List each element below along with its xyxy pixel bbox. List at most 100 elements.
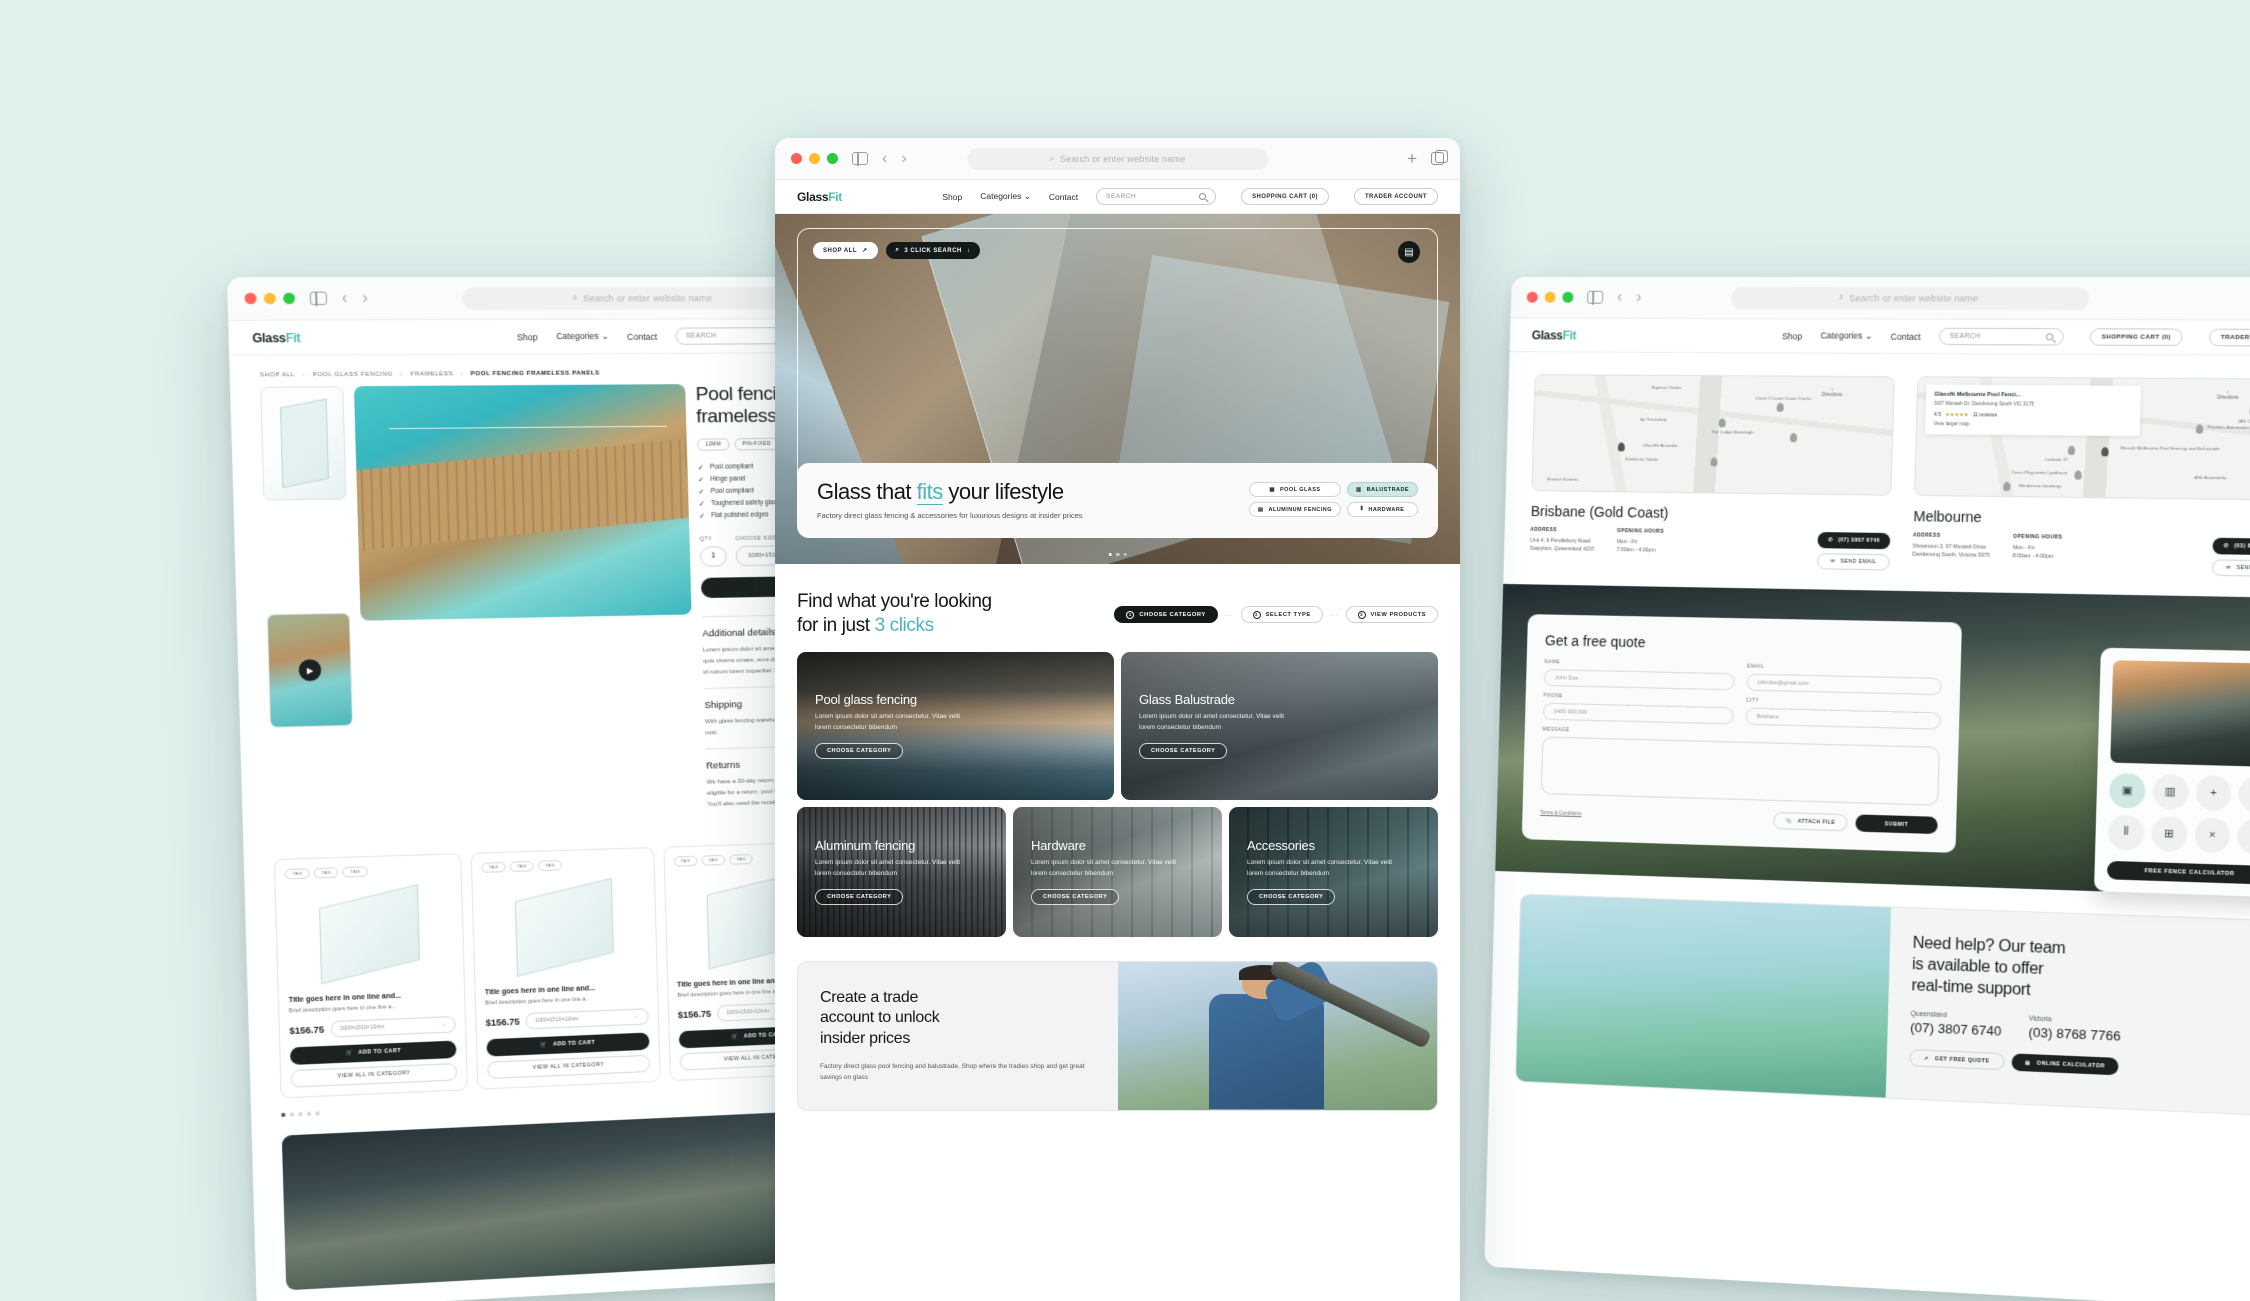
forward-icon[interactable]: › bbox=[362, 289, 368, 306]
step-view-products[interactable]: 3 VIEW PRODUCTS bbox=[1345, 606, 1438, 623]
carousel-dot[interactable] bbox=[1123, 552, 1127, 556]
address-bar[interactable]: ⌕ Search or enter website name bbox=[966, 147, 1269, 170]
sidebar-toggle-icon[interactable] bbox=[309, 291, 328, 306]
back-icon[interactable]: ‹ bbox=[1617, 288, 1623, 305]
step-choose-category[interactable]: 1 CHOOSE CATEGORY bbox=[1114, 606, 1218, 623]
search-input[interactable]: SEARCH bbox=[1096, 188, 1217, 205]
view-all-in-category-button[interactable]: VIEW ALL IN CATEGORY bbox=[486, 1054, 650, 1079]
nav-item-shop[interactable]: Shop bbox=[517, 332, 538, 342]
carousel-dot[interactable] bbox=[298, 1111, 303, 1116]
category-card[interactable]: Aluminum fencing Lorem ipsum dolor sit am… bbox=[797, 806, 1006, 937]
address-bar[interactable]: ⌕ Search or enter website name bbox=[461, 286, 820, 310]
search-input[interactable]: SEARCH bbox=[1939, 327, 2065, 346]
map-directions[interactable]: ⑂ Directions bbox=[2217, 389, 2239, 400]
carousel-dot[interactable] bbox=[1108, 552, 1112, 556]
nav-item-shop[interactable]: Shop bbox=[1782, 331, 1802, 341]
view-all-in-category-button[interactable]: VIEW ALL IN CATEGORY bbox=[290, 1062, 457, 1088]
back-icon[interactable]: ‹ bbox=[342, 289, 348, 307]
breadcrumb-item[interactable]: POOL GLASS FENCING bbox=[312, 372, 393, 379]
phone-button[interactable]: ✆(03) 8768 7766 bbox=[2212, 537, 2250, 556]
add-to-cart-button[interactable]: 🛒ADD TO CART bbox=[289, 1040, 457, 1065]
carousel-dot[interactable] bbox=[281, 1112, 286, 1117]
region-phone[interactable]: (03) 8768 7766 bbox=[2028, 1025, 2121, 1044]
forward-icon[interactable]: › bbox=[901, 150, 906, 167]
map-pin[interactable] bbox=[2195, 424, 2204, 434]
logo[interactable]: GlassFit bbox=[1532, 328, 1577, 342]
close-icon[interactable] bbox=[1526, 291, 1538, 303]
send-email-button[interactable]: ✉SEND EMAIL bbox=[1817, 553, 1890, 571]
map-info-card[interactable]: Glassfit Melbourne Pool Fenci... 3/97 Mo… bbox=[1925, 384, 2142, 437]
minimize-icon[interactable] bbox=[809, 153, 820, 164]
new-tab-icon[interactable]: + bbox=[1407, 150, 1417, 167]
product-card[interactable]: TAGTAGTAGTitle goes here in one line and… bbox=[470, 846, 661, 1090]
nav-item-shop[interactable]: Shop bbox=[942, 192, 962, 202]
category-card[interactable]: Hardware Lorem ipsum dolor sit amet conse… bbox=[1013, 806, 1222, 937]
nav-arrows[interactable]: ‹ › bbox=[342, 289, 369, 307]
nav-arrows[interactable]: ‹ › bbox=[1617, 288, 1642, 305]
thumbnail-video[interactable]: ▶ bbox=[266, 612, 354, 729]
submit-button[interactable]: SUBMIT bbox=[1855, 814, 1938, 835]
region-phone[interactable]: (07) 3807 6740 bbox=[1910, 1020, 2002, 1039]
hero-calculator-button[interactable]: ▤ bbox=[1398, 241, 1420, 263]
fence-panel-icon[interactable]: ▣ bbox=[2108, 772, 2146, 809]
choose-category-button[interactable]: CHOOSE CATEGORY bbox=[815, 888, 904, 905]
map-pin[interactable] bbox=[1718, 418, 1726, 428]
logo[interactable]: GlassFit bbox=[797, 190, 842, 204]
add-to-cart-button[interactable]: 🛒ADD TO CART bbox=[486, 1032, 650, 1057]
window-controls[interactable] bbox=[244, 292, 296, 305]
email-field[interactable]: johndoe@gmail.com bbox=[1746, 673, 1942, 696]
divide-icon[interactable]: ÷ bbox=[2237, 818, 2250, 855]
map-pin[interactable] bbox=[1776, 402, 1784, 412]
browser-window-homepage[interactable]: ‹ › ⌕ Search or enter website name + Glas… bbox=[775, 138, 1460, 1301]
close-icon[interactable] bbox=[244, 292, 257, 305]
product-main-image[interactable] bbox=[353, 384, 692, 621]
nav-item-categories[interactable]: Categories ⌄ bbox=[556, 331, 609, 342]
hero-pill-hardware[interactable]: ⦀ HARDWARE bbox=[1346, 502, 1418, 517]
close-icon[interactable] bbox=[791, 153, 802, 164]
hero-pill-balustrade[interactable]: ▥ BALUSTRADE bbox=[1346, 482, 1418, 497]
breadcrumb-item[interactable]: SHOP ALL bbox=[260, 372, 295, 378]
browser-window-contact-page[interactable]: ‹› ⌕ Search or enter website name + Glas… bbox=[1484, 276, 2250, 1301]
back-icon[interactable]: ‹ bbox=[882, 150, 887, 167]
carousel-dot[interactable] bbox=[289, 1111, 295, 1117]
choose-category-button[interactable]: CHOOSE CATEGORY bbox=[1139, 742, 1228, 759]
map-melbourne[interactable]: Glassfit Melbourne Pool Fenci... 3/97 Mo… bbox=[1914, 376, 2250, 501]
phone-button[interactable]: ✆ (07) 3807 6740 bbox=[1817, 532, 1891, 550]
carousel-dot[interactable] bbox=[306, 1111, 312, 1116]
trader-account-button[interactable]: TRADER ACCOUNT bbox=[2208, 328, 2250, 347]
nav-item-categories[interactable]: Categories ⌄ bbox=[980, 191, 1031, 202]
city-field[interactable]: Brisbane bbox=[1745, 707, 1941, 730]
click-search-button[interactable]: ⌕ 3 CLICK SEARCH ↓ bbox=[885, 242, 981, 259]
play-icon[interactable]: ▶ bbox=[298, 659, 322, 682]
product-card-size-select[interactable]: 1000×1510×12mm⌄ bbox=[525, 1007, 649, 1030]
hero-pill-aluminum-fencing[interactable]: ▤ ALUMINUM FENCING bbox=[1248, 502, 1341, 517]
terms-link[interactable]: Terms & Conditions bbox=[1540, 811, 1581, 817]
nav-item-contact[interactable]: Contact bbox=[1891, 331, 1921, 341]
hero-pill-pool-glass[interactable]: ▦ POOL GLASS bbox=[1248, 482, 1341, 497]
message-textarea[interactable] bbox=[1540, 736, 1940, 806]
carousel-dot[interactable] bbox=[1115, 552, 1120, 556]
window-controls[interactable] bbox=[1526, 291, 1574, 303]
address-bar[interactable]: ⌕ Search or enter website name bbox=[1731, 286, 2090, 310]
view-larger-map-link[interactable]: View larger map bbox=[1933, 422, 2132, 429]
category-card[interactable]: Accessories Lorem ipsum dolor sit amet co… bbox=[1229, 806, 1438, 937]
logo[interactable]: GlassFit bbox=[252, 330, 301, 345]
map-brisbane[interactable]: ⑂ Directions GlassFit Australia bp Trucks… bbox=[1531, 374, 1895, 496]
maximize-icon[interactable] bbox=[827, 153, 838, 164]
nav-arrows[interactable]: ‹ › bbox=[882, 150, 907, 167]
minimize-icon[interactable] bbox=[1544, 291, 1556, 303]
maximize-icon[interactable] bbox=[283, 292, 296, 305]
railing-icon[interactable]: ▥ bbox=[2151, 774, 2189, 810]
nav-item-contact[interactable]: Contact bbox=[627, 331, 657, 341]
sidebar-toggle-icon[interactable] bbox=[852, 151, 868, 166]
step-select-type[interactable]: 2 SELECT TYPE bbox=[1240, 606, 1323, 623]
hero-carousel-pagination[interactable] bbox=[1108, 552, 1127, 556]
product-card-size-select[interactable]: 1000×1510×12mm⌄ bbox=[330, 1015, 456, 1038]
choose-category-button[interactable]: CHOOSE CATEGORY bbox=[1031, 888, 1120, 905]
thumbnail-glass-panel[interactable] bbox=[260, 386, 347, 501]
carousel-dot[interactable] bbox=[315, 1110, 320, 1116]
shopping-cart-button[interactable]: SHOPPING CART (0) bbox=[2089, 328, 2183, 347]
map-pin[interactable] bbox=[2067, 445, 2076, 456]
trader-account-button[interactable]: TRADER ACCOUNT bbox=[1353, 188, 1438, 205]
name-field[interactable]: John Doe bbox=[1543, 669, 1735, 691]
